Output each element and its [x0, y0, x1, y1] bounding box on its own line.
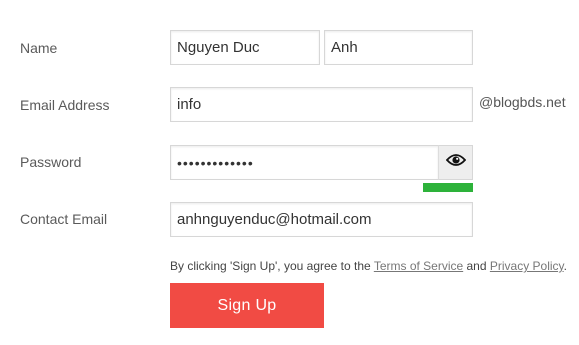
password-input[interactable] — [170, 145, 439, 180]
last-name-input[interactable] — [324, 30, 473, 65]
toggle-password-visibility-button[interactable] — [438, 145, 473, 180]
name-label: Name — [20, 40, 58, 56]
contact-email-label: Contact Email — [20, 211, 108, 227]
password-strength-fill — [423, 183, 473, 192]
terms-of-service-link[interactable]: Terms of Service — [374, 259, 463, 273]
terms-prefix: By clicking 'Sign Up', you agree to the — [170, 259, 374, 273]
email-domain-suffix: @blogbds.net — [479, 94, 566, 110]
contact-email-input[interactable] — [170, 202, 473, 237]
email-label: Email Address — [20, 97, 110, 113]
terms-suffix: . — [563, 259, 568, 273]
sign-up-button[interactable]: Sign Up — [170, 283, 324, 328]
eye-icon — [445, 153, 466, 172]
terms-middle: and — [463, 259, 490, 273]
password-strength-meter — [423, 183, 473, 192]
email-username-input[interactable] — [170, 87, 473, 122]
first-name-input[interactable] — [170, 30, 320, 65]
privacy-policy-link[interactable]: Privacy Policy — [490, 259, 564, 273]
password-label: Password — [20, 154, 82, 170]
terms-notice: By clicking 'Sign Up', you agree to the … — [170, 259, 567, 273]
